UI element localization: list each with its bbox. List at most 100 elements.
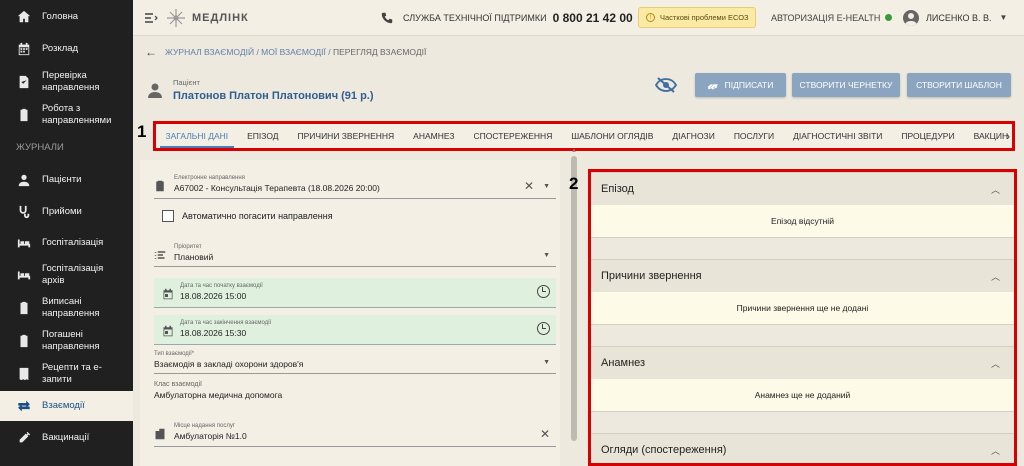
signature-icon: 𝓌 [707,77,717,92]
ehealth-status[interactable]: АВТОРИЗАЦІЯ E-HEALTH [771,12,893,23]
patient-name[interactable]: Платонов Платон Платонович (91 р.) [173,90,374,102]
chevron-down-icon[interactable]: ▼ [543,183,550,190]
tab-services[interactable]: ПОСЛУГИ [724,124,783,148]
service-place-value: Амбулаторія №1.0 [174,431,247,441]
topbar: МЕДЛІНК СЛУЖБА ТЕХНІЧНОЇ ПІДТРИМКИ 0 800… [133,0,1024,36]
sidebar-item-patients[interactable]: Пацієнти [0,171,133,189]
clock-icon[interactable] [537,322,550,335]
calendar-icon [162,287,174,300]
syringe-icon [16,430,32,446]
swap-icon [16,398,32,414]
bed-archive-icon [16,267,32,283]
priority-field[interactable]: Пріоритет Плановий ▼ [154,244,556,267]
sidebar-item-label: Робота з направленнями [42,103,112,126]
tab-procedures[interactable]: ПРОЦЕДУРИ [892,124,964,148]
sidebar-item-interactions[interactable]: Взаємодії [0,391,133,421]
sidebar-item-hospitalization-archive[interactable]: Госпіталізація архів [0,263,133,286]
visibility-off-icon[interactable] [655,76,677,94]
breadcrumb: ← ЖУРНАЛ ВЗАЄМОДІЙ / МОЇ ВЗАЄМОДІЇ / ПЕР… [145,45,426,59]
interaction-class-label: Клас взаємодії [154,381,202,388]
breadcrumb-item-my-interactions[interactable]: МОЇ ВЗАЄМОДІЇ [261,47,326,57]
create-template-label: СТВОРИТИ ШАБЛОН [916,80,1002,90]
tab-diagnoses[interactable]: ДІАГНОЗИ [663,124,724,148]
chevron-right-icon[interactable]: › [1006,131,1010,143]
sidebar-item-label: Рецепти та е-запити [42,362,102,385]
end-datetime-field[interactable]: Дата та час закінчення взаємодії 18.08.2… [154,315,556,345]
chevron-down-icon[interactable]: ▼ [543,359,550,366]
chevron-up-icon[interactable]: ︿ [991,357,1000,370]
section-body-reasons: Причини звернення ще не додані [591,292,1014,325]
back-arrow-icon[interactable]: ← [145,45,157,59]
sidebar-item-prescriptions[interactable]: Рецепти та е-запити [0,361,133,387]
sidebar-item-appointments[interactable]: Прийоми [0,203,133,221]
chevron-up-icon[interactable]: ︿ [991,270,1000,283]
tab-exam-templates[interactable]: ШАБЛОНИ ОГЛЯДІВ [562,124,663,148]
clear-icon[interactable]: ✕ [524,179,534,193]
sidebar-item-referrals-work[interactable]: Робота з направленнями [0,102,133,128]
sidebar-item-label: Перевірка направлення [42,70,100,93]
chevron-up-icon[interactable]: ︿ [991,183,1000,196]
breadcrumb-separator: / [325,47,333,57]
sidebar-item-referral-check[interactable]: Перевірка направлення [0,69,133,95]
tab-general[interactable]: ЗАГАЛЬНІ ДАНІ [156,124,238,148]
chevron-down-icon[interactable]: ▼ [543,252,550,259]
section-header-observations[interactable]: Огляди (спостереження) ︿ [591,433,1014,463]
breadcrumb-item-journal[interactable]: ЖУРНАЛ ВЗАЄМОДІЙ [165,47,254,57]
sidebar-item-label: Госпіталізація архів [42,263,104,286]
interaction-type-field[interactable]: Тип взаємодії* Взаємодія в закладі охоро… [154,351,556,374]
section-header-anamnesis[interactable]: Анамнез ︿ [591,346,1014,379]
referral-label: Електронне направлення [174,175,245,181]
bed-icon [16,235,32,251]
logo[interactable]: МЕДЛІНК [166,8,249,28]
tab-anamnesis[interactable]: АНАМНЕЗ [404,124,464,148]
auto-close-checkbox[interactable] [162,210,174,222]
support-info: СЛУЖБА ТЕХНІЧНОЇ ПІДТРИМКИ 0 800 21 42 0… [381,11,633,25]
chevron-up-icon[interactable]: ︿ [991,444,1000,457]
clipboard-icon [16,300,32,316]
clock-icon[interactable] [537,285,550,298]
sidebar-item-issued-referrals[interactable]: Виписані направлення [0,295,133,321]
referral-doc-icon [154,179,166,192]
breadcrumb-separator: / [254,47,262,57]
esoz-warning-badge[interactable]: ! Часткові проблеми ЕСОЗ [638,7,756,28]
breadcrumb-item-current: ПЕРЕГЛЯД ВЗАЄМОДІЇ [332,47,427,57]
sidebar-item-hospitalization[interactable]: Госпіталізація [0,234,133,252]
start-value: 18.08.2026 15:00 [180,291,247,301]
start-datetime-field[interactable]: Дата та час початку взаємодії 18.08.2026… [154,278,556,308]
general-form: Електронне направлення А67002 - Консульт… [140,160,560,466]
sidebar-item-vaccinations[interactable]: Вакцинації [0,429,133,447]
section-body-anamnesis: Анамнез ще не доданий [591,379,1014,412]
ehealth-label: АВТОРИЗАЦІЯ E-HEALTH [771,12,881,23]
create-template-button[interactable]: СТВОРИТИ ШАБЛОН [907,73,1011,97]
scrollbar-thumb[interactable] [571,156,577,441]
tab-reasons[interactable]: ПРИЧИНИ ЗВЕРНЕННЯ [288,124,404,148]
patient-header: Пацієнт Платонов Платон Платонович (91 р… [147,78,374,102]
tab-episode[interactable]: ЕПІЗОД [238,124,288,148]
chevron-down-icon: ▼ [999,13,1008,22]
referral-field[interactable]: Електронне направлення А67002 - Консульт… [154,175,556,199]
sidebar-item-label: Прийоми [42,206,82,217]
tab-diagnostic-reports[interactable]: ДІАГНОСТИЧНІ ЗВІТИ [784,124,892,148]
sidebar-item-schedule[interactable]: Розклад [0,40,133,58]
sidebar: Головна Розклад Перевірка направлення Ро… [0,0,133,466]
sign-button[interactable]: 𝓌 ПІДПИСАТИ [695,73,786,97]
menu-toggle-icon[interactable] [144,11,158,25]
scroll-up-icon[interactable]: ▲ [571,148,577,154]
interaction-type-value: Взаємодія в закладі охорони здоров'я [154,359,304,369]
create-draft-button[interactable]: СТВОРИТИ ЧЕРНЕТКУ [792,73,900,97]
end-value: 18.08.2026 15:30 [180,328,247,338]
clear-icon[interactable]: ✕ [540,427,550,441]
summary-panel: Епізод ︿ Епізод відсутній Причини зверне… [588,169,1017,466]
sidebar-item-closed-referrals[interactable]: Погашені направлення [0,328,133,354]
service-place-field[interactable]: Місце надання послуг Амбулаторія №1.0 ✕ [154,423,556,447]
form-scrollbar[interactable]: ▲ [571,148,577,450]
section-header-reasons[interactable]: Причини звернення ︿ [591,259,1014,292]
user-menu[interactable]: ЛИСЕНКО В. В. ▼ [903,9,1008,26]
section-title: Епізод [601,183,634,195]
tab-observations[interactable]: СПОСТЕРЕЖЕННЯ [464,124,562,148]
receipt-icon [16,366,32,382]
sidebar-item-home[interactable]: Головна [0,8,133,26]
avatar [903,9,919,26]
section-header-episode[interactable]: Епізод ︿ [591,172,1014,205]
clipboard-icon [16,333,32,349]
